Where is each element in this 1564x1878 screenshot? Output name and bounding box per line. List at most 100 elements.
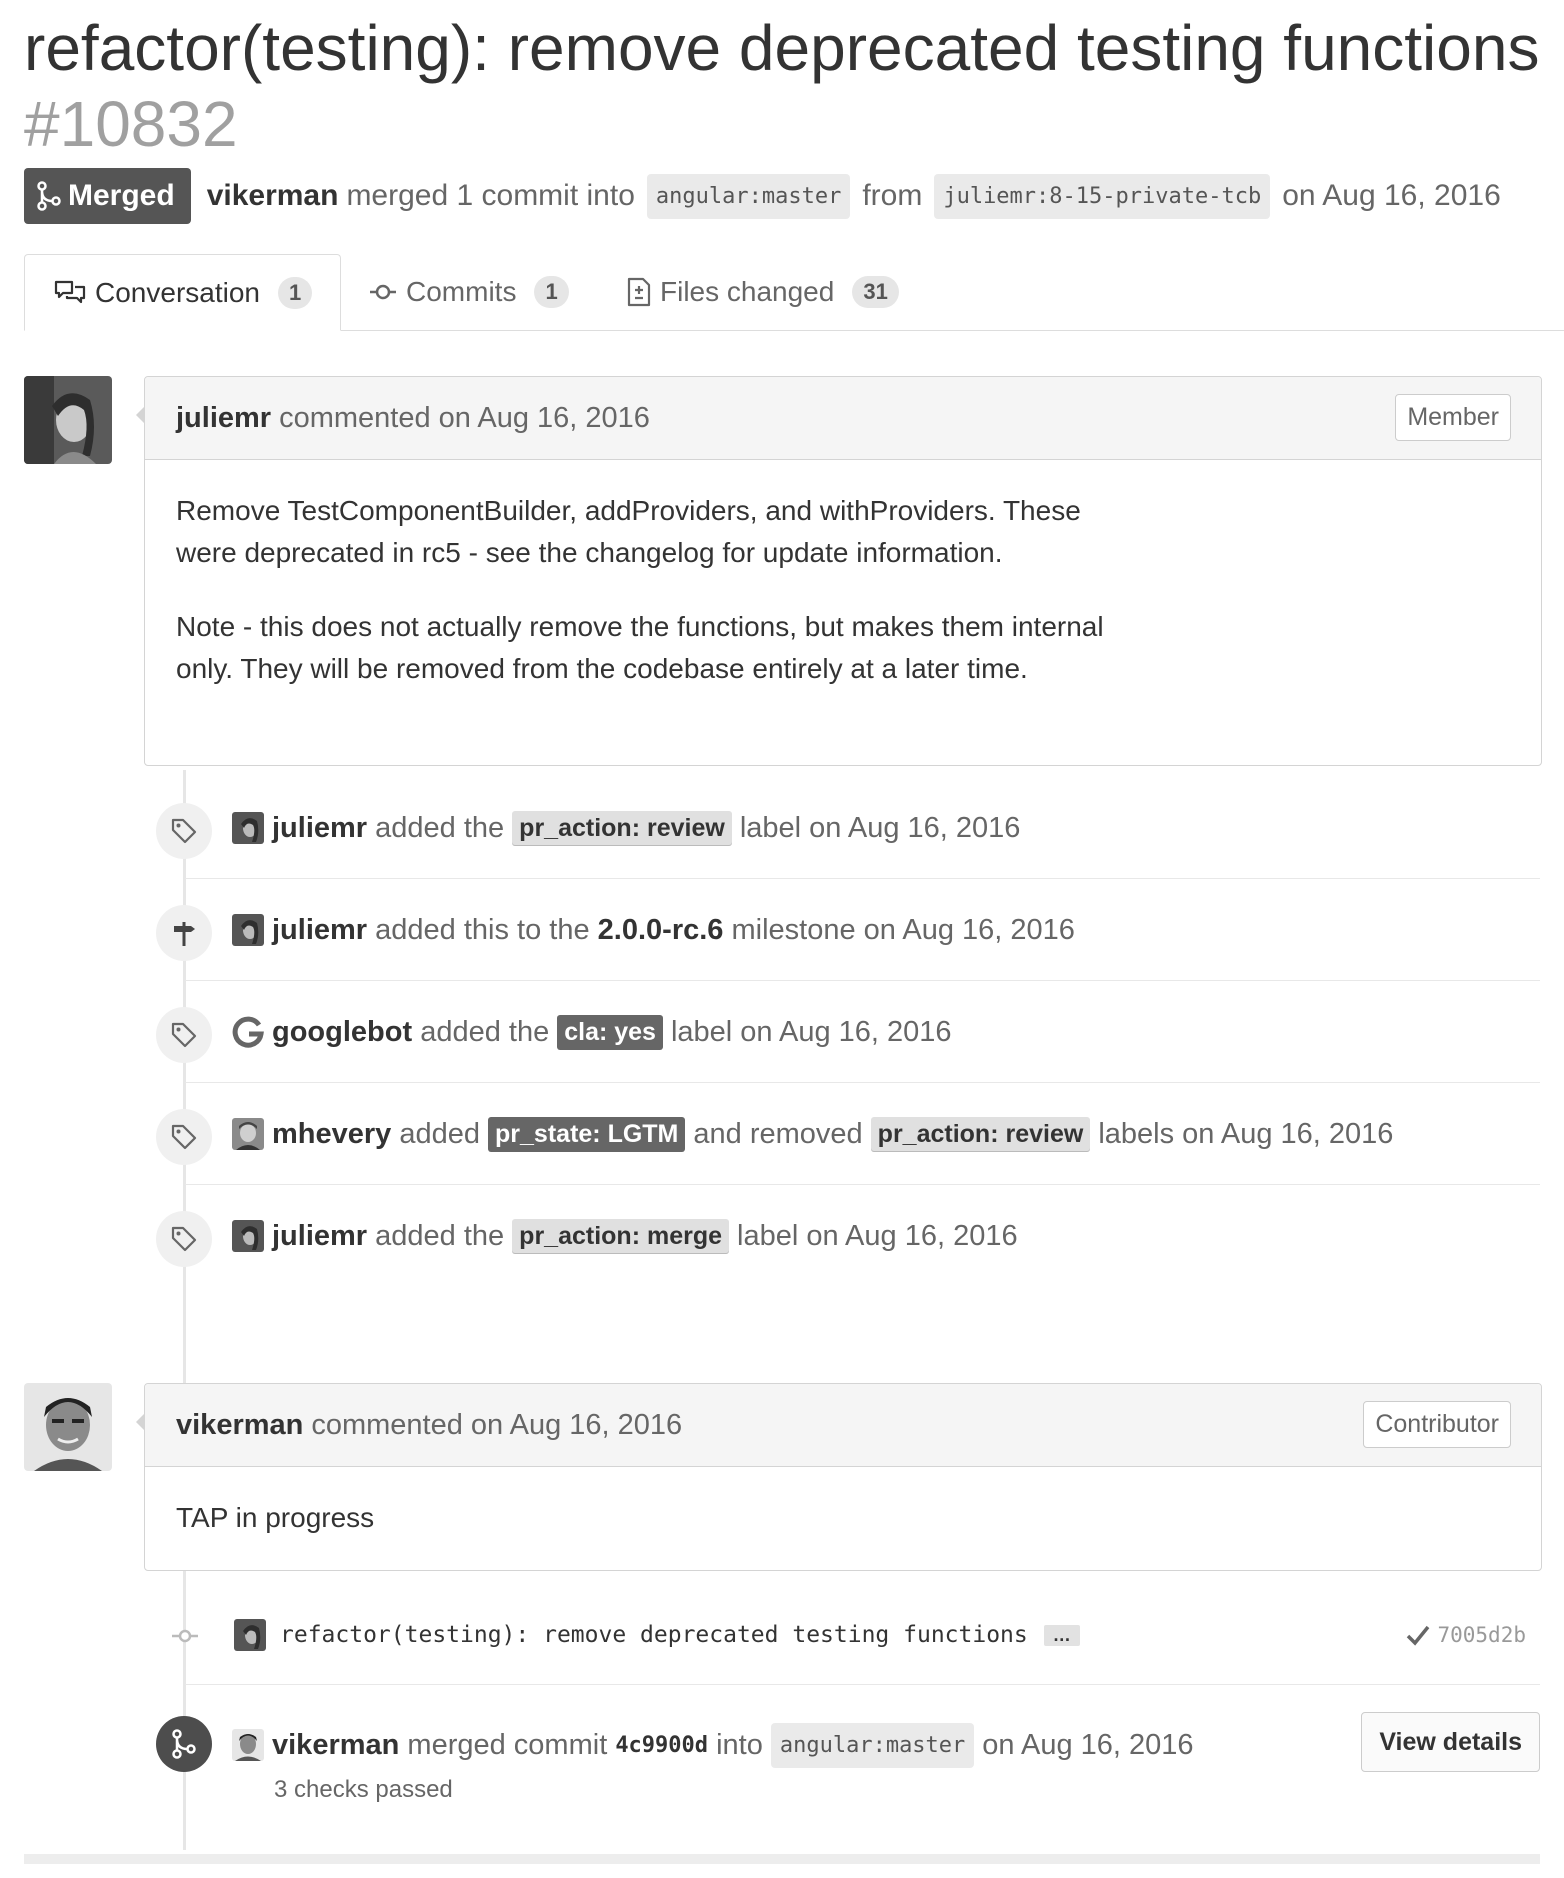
avatar-mhevery[interactable] xyxy=(232,1118,264,1150)
event-actor-link[interactable]: mhevery xyxy=(272,1118,391,1151)
merge-base-branch[interactable]: angular:master xyxy=(770,1722,975,1768)
merge-actor-link[interactable]: vikerman xyxy=(272,1729,399,1762)
timeline-event-label: juliemr added the pr_action: review labe… xyxy=(144,777,1540,879)
avatar-juliemr[interactable] xyxy=(232,914,264,946)
tab-commits[interactable]: Commits 1 xyxy=(368,254,569,330)
comment-paragraph: TAP in progress xyxy=(176,1502,375,1533)
avatar-juliemr[interactable] xyxy=(24,376,112,464)
label-pr-action-review[interactable]: pr_action: review xyxy=(512,810,732,846)
comment-header: juliemr commented on Aug 16, 2016 Member xyxy=(145,377,1541,460)
commit-expand-button[interactable]: … xyxy=(1043,1624,1080,1646)
event-actor-link[interactable]: googlebot xyxy=(272,1016,412,1049)
event-verb: added the xyxy=(420,1015,550,1048)
label-pr-action-review[interactable]: pr_action: review xyxy=(870,1116,1091,1152)
pr-tabs: Conversation 1 Commits 1 Files changed 3… xyxy=(24,254,1564,331)
comment-paragraph: Note - this does not actually remove the… xyxy=(176,611,1104,684)
avatar-juliemr[interactable] xyxy=(234,1619,266,1651)
head-branch[interactable]: juliemr:8-15-private-tcb xyxy=(934,173,1271,219)
milestone-link[interactable]: 2.0.0-rc.6 xyxy=(598,914,724,947)
timeline-event-milestone: juliemr added this to the 2.0.0-rc.6 mil… xyxy=(144,879,1540,981)
comment-vikerman: vikerman commented on Aug 16, 2016 Contr… xyxy=(136,1383,1542,1571)
timeline-end-bar xyxy=(24,1854,1540,1864)
merge-author-link[interactable]: vikerman xyxy=(207,179,339,213)
base-branch[interactable]: angular:master xyxy=(646,173,851,219)
pr-meta: Merged vikerman merged 1 commit into ang… xyxy=(24,168,1509,224)
commit-sha-link[interactable]: 7005d2b xyxy=(1437,1623,1526,1647)
merge-date: on Aug 16, 2016 xyxy=(1282,179,1501,212)
merged-state-badge: Merged xyxy=(24,168,191,224)
tab-conversation-label: Conversation xyxy=(95,276,260,308)
comment-timestamp[interactable]: commented on Aug 16, 2016 xyxy=(279,402,650,435)
event-suffix: milestone on Aug 16, 2016 xyxy=(731,913,1075,946)
comment-header: vikerman commented on Aug 16, 2016 Contr… xyxy=(145,1384,1541,1467)
role-badge: Member xyxy=(1395,394,1511,441)
comment-paragraph: Remove TestComponentBuilder, addProvider… xyxy=(176,495,1081,568)
timeline-commit: refactor(testing): remove deprecated tes… xyxy=(144,1585,1540,1685)
commit-message-link[interactable]: refactor(testing): remove deprecated tes… xyxy=(280,1622,1028,1648)
event-text: googlebot added the cla: yes label on Au… xyxy=(232,981,952,1083)
git-merge-icon xyxy=(156,1716,212,1772)
tab-files-changed[interactable]: Files changed 31 xyxy=(626,254,899,330)
label-pr-state-lgtm[interactable]: pr_state: LGTM xyxy=(488,1116,686,1152)
googlebot-avatar[interactable] xyxy=(232,1016,264,1048)
git-merge-icon xyxy=(36,181,68,211)
comment-juliemr: juliemr commented on Aug 16, 2016 Member… xyxy=(136,376,1542,766)
checks-status-link[interactable]: 3 checks passed xyxy=(274,1776,453,1804)
avatar-vikerman[interactable] xyxy=(232,1729,264,1761)
merge-verb: merged commit xyxy=(407,1728,608,1761)
event-divider xyxy=(185,1684,1540,1685)
tag-icon xyxy=(156,803,212,859)
event-verb-removed: and removed xyxy=(693,1117,863,1150)
tag-icon xyxy=(156,1007,212,1063)
label-pr-action-merge[interactable]: pr_action: merge xyxy=(512,1218,730,1254)
comment-author-link[interactable]: juliemr xyxy=(176,402,271,435)
check-icon xyxy=(1405,1622,1431,1648)
event-actor-link[interactable]: juliemr xyxy=(272,914,367,947)
tag-icon xyxy=(156,1211,212,1267)
comment-author-link[interactable]: vikerman xyxy=(176,1409,303,1442)
comment-body: TAP in progress xyxy=(145,1467,1541,1569)
comment-timestamp[interactable]: commented on Aug 16, 2016 xyxy=(311,1409,682,1442)
tab-commits-count: 1 xyxy=(534,276,569,308)
avatar-vikerman[interactable] xyxy=(24,1383,112,1471)
event-suffix: label on Aug 16, 2016 xyxy=(737,1219,1018,1252)
pr-title-text: refactor(testing): remove deprecated tes… xyxy=(24,12,1540,84)
avatar-juliemr[interactable] xyxy=(232,1220,264,1252)
tab-conversation[interactable]: Conversation 1 xyxy=(24,254,342,331)
event-verb: added this to the xyxy=(375,913,590,946)
event-text: mhevery added pr_state: LGTM and removed… xyxy=(232,1083,1393,1185)
file-diff-icon xyxy=(626,276,660,308)
tab-conversation-count: 1 xyxy=(277,276,313,309)
view-details-button[interactable]: View details xyxy=(1361,1712,1540,1772)
tag-icon xyxy=(156,1109,212,1165)
comment-discussion-icon xyxy=(53,278,95,308)
event-actor-link[interactable]: juliemr xyxy=(272,812,367,845)
from-text: from xyxy=(862,179,923,212)
event-text: juliemr added the pr_action: review labe… xyxy=(232,777,1020,879)
event-verb: added xyxy=(399,1117,481,1150)
event-verb: added the xyxy=(375,1219,505,1252)
milestone-icon xyxy=(156,905,212,961)
merge-date: on Aug 16, 2016 xyxy=(982,1728,1194,1761)
timeline-event-label: juliemr added the pr_action: merge label… xyxy=(144,1185,1540,1287)
merge-text: merged 1 commit into xyxy=(346,179,635,212)
comment-body: Remove TestComponentBuilder, addProvider… xyxy=(145,460,1541,720)
tab-files-changed-count: 31 xyxy=(852,276,899,308)
event-text: juliemr added this to the 2.0.0-rc.6 mil… xyxy=(232,879,1075,981)
event-verb: added the xyxy=(375,811,505,844)
event-actor-link[interactable]: juliemr xyxy=(272,1220,367,1253)
commit-status: 7005d2b xyxy=(1405,1585,1526,1685)
label-cla-yes[interactable]: cla: yes xyxy=(557,1014,663,1050)
merge-into-text: into xyxy=(716,1728,763,1761)
avatar-juliemr[interactable] xyxy=(232,812,264,844)
role-badge: Contributor xyxy=(1363,1401,1511,1448)
timeline-event-label: googlebot added the cla: yes label on Au… xyxy=(144,981,1540,1083)
event-suffix: label on Aug 16, 2016 xyxy=(670,1015,952,1048)
merge-commit-sha-link[interactable]: 4c9900d xyxy=(615,1733,708,1758)
git-commit-icon xyxy=(170,1621,200,1651)
merged-state-label: Merged xyxy=(68,179,175,212)
git-commit-icon xyxy=(368,277,406,307)
merge-event-text: vikerman merged commit 4c9900d into angu… xyxy=(232,1722,1194,1768)
timeline-event-label: mhevery added pr_state: LGTM and removed… xyxy=(144,1083,1540,1185)
event-suffix: label on Aug 16, 2016 xyxy=(739,811,1021,844)
